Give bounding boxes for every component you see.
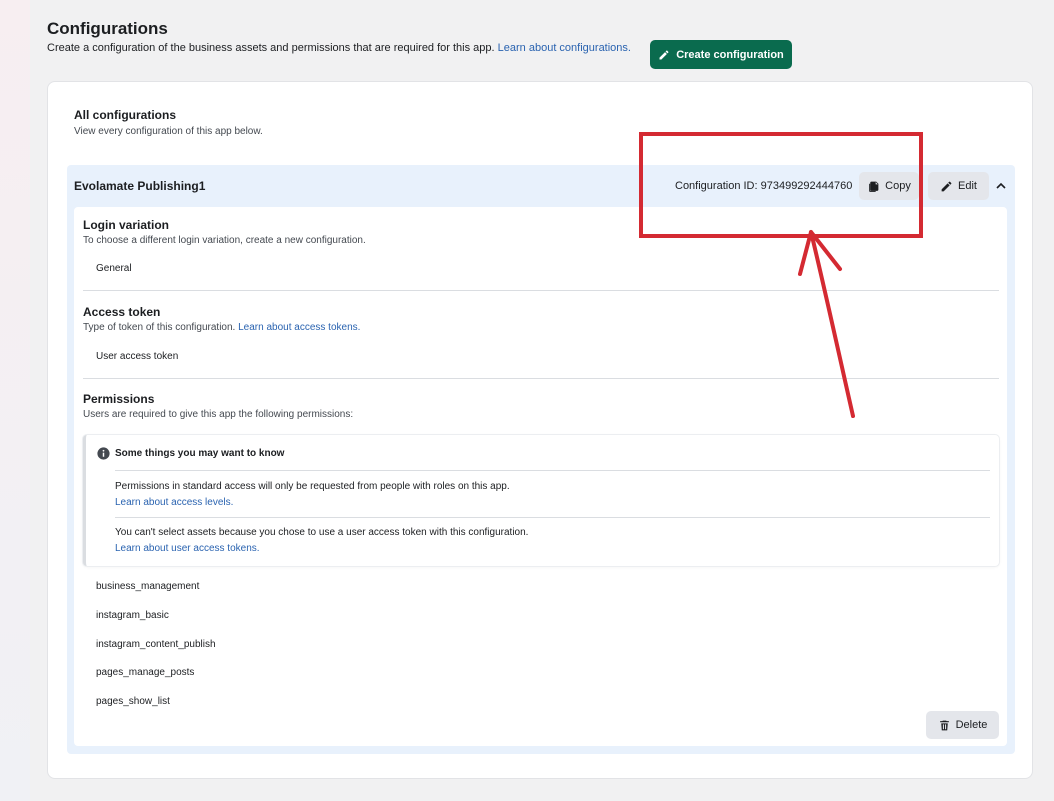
- delete-label: Delete: [955, 719, 988, 731]
- edit-label: Edit: [958, 180, 977, 192]
- notice-divider: [115, 517, 990, 518]
- permission-item: business_management: [96, 581, 200, 592]
- learn-configurations-link[interactable]: Learn about configurations.: [498, 42, 631, 54]
- notice-item-text: You can't select assets because you chos…: [115, 527, 529, 538]
- configuration-name: Evolamate Publishing1: [74, 179, 206, 193]
- delete-button[interactable]: Delete: [926, 711, 999, 739]
- permission-item: instagram_content_publish: [96, 639, 216, 650]
- notice-title: Some things you may want to know: [115, 448, 285, 459]
- pencil-icon: [941, 181, 952, 191]
- permissions-desc: Users are required to give this app the …: [83, 409, 354, 420]
- copy-button[interactable]: Copy: [859, 172, 919, 200]
- create-configuration-label: Create configuration: [676, 48, 784, 61]
- create-configuration-button[interactable]: Create configuration: [650, 40, 792, 69]
- page-subtitle: Create a configuration of the business a…: [47, 42, 631, 55]
- divider: [83, 378, 999, 379]
- page-subtitle-text: Create a configuration of the business a…: [47, 42, 495, 54]
- configuration-id: Configuration ID: 973499292444760: [675, 180, 853, 192]
- permission-item: instagram_basic: [96, 610, 169, 621]
- divider: [83, 290, 999, 291]
- info-notice: Some things you may want to know Permiss…: [83, 435, 999, 566]
- permission-item: pages_manage_posts: [96, 667, 195, 678]
- access-token-value: User access token: [96, 351, 179, 362]
- learn-user-access-tokens-link[interactable]: Learn about user access tokens.: [115, 543, 260, 554]
- info-icon: [97, 447, 110, 460]
- access-token-desc: Type of token of this configuration. Lea…: [83, 322, 360, 333]
- permissions-title: Permissions: [83, 392, 155, 406]
- page-edge-tint: [0, 0, 30, 801]
- configurations-card: All configurations View every configurat…: [47, 81, 1033, 779]
- login-variation-value: General: [96, 263, 132, 274]
- pencil-icon: [659, 49, 669, 59]
- edit-button[interactable]: Edit: [928, 172, 989, 200]
- copy-icon: [869, 181, 879, 192]
- login-variation-desc: To choose a different login variation, c…: [83, 235, 366, 246]
- all-configurations-title: All configurations: [74, 108, 176, 122]
- login-variation-title: Login variation: [83, 218, 170, 232]
- permission-item: pages_show_list: [96, 696, 170, 707]
- page-title: Configurations: [47, 19, 168, 38]
- notice-item-text: Permissions in standard access will only…: [115, 481, 510, 492]
- all-configurations-subtitle: View every configuration of this app bel…: [74, 126, 263, 137]
- access-token-desc-text: Type of token of this configuration.: [83, 322, 236, 333]
- learn-access-levels-link[interactable]: Learn about access levels.: [115, 497, 233, 508]
- copy-label: Copy: [885, 180, 911, 192]
- chevron-up-icon[interactable]: [995, 180, 1007, 192]
- notice-divider: [115, 470, 990, 471]
- trash-icon: [939, 720, 949, 730]
- configuration-panel: Evolamate Publishing1 Configuration ID: …: [67, 165, 1015, 754]
- access-token-title: Access token: [83, 305, 161, 319]
- page-header: Configurations Create a configuration of…: [47, 18, 947, 69]
- learn-access-tokens-link[interactable]: Learn about access tokens.: [238, 322, 360, 333]
- configuration-details: Login variation To choose a different lo…: [74, 207, 1007, 746]
